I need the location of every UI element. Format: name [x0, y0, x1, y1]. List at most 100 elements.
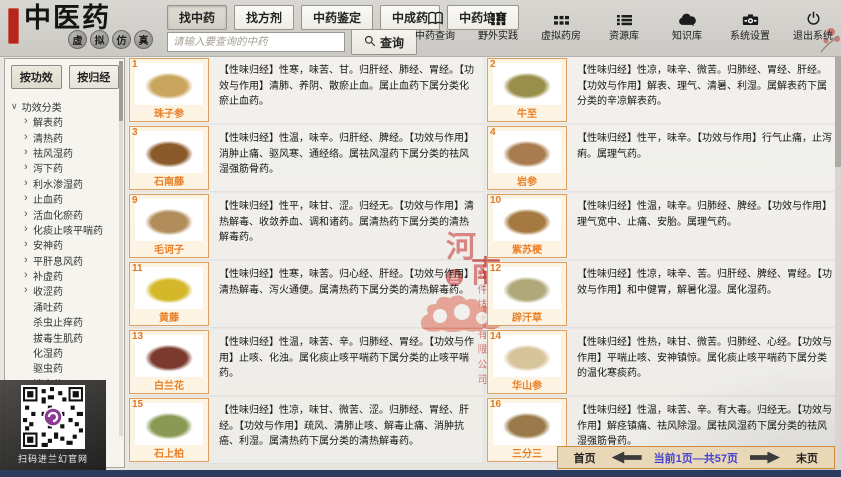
nav-button[interactable]: 找方剂 [234, 5, 294, 30]
herb-index: 14 [490, 331, 501, 342]
herb-card[interactable]: 11 黄藤 【性味归经】性寒，味苦。归心经、肝经。【功效与作用】清热解毒、泻火通… [128, 261, 483, 328]
toolbar-item[interactable]: 退出系统 [789, 9, 837, 42]
herb-photo-frame[interactable]: 10 紫苏梗 [487, 194, 567, 258]
app-window: 中医药 虚拟仿真 找中药找方剂中药鉴定中成药中药培育 查询 中药查询 野外实践 … [0, 0, 841, 477]
tree-root-label: 功效分类 [22, 99, 62, 114]
toolbar-item[interactable]: 野外实践 [474, 9, 522, 42]
herb-description: 【性味归经】性平，味辛。【功效与作用】行气止痛，止泻痢。属理气药。 [567, 125, 841, 162]
chevron-right-icon: › [24, 224, 29, 235]
nav-button[interactable]: 中药鉴定 [301, 5, 373, 30]
sidebar-tree-item[interactable]: › 祛风湿药 [11, 145, 120, 160]
herb-card[interactable]: 13 白兰花 【性味归经】性温，味苦、辛。归肺经、胃经。【功效与作用】止咳、化浊… [128, 329, 483, 396]
sidebar-tree-item[interactable]: › 化痰止咳平喘药 [11, 222, 120, 237]
herb-photo-frame[interactable]: 1 珠子参 [129, 58, 209, 122]
chevron-right-icon: › [24, 239, 29, 250]
toolbar-item[interactable]: 系统设置 [726, 9, 774, 42]
sidebar-tree-item[interactable]: › 泻下药 [11, 160, 120, 175]
sidebar-tab-by-meridian[interactable]: 按归经 [69, 65, 120, 89]
herb-card[interactable]: 4 岩参 【性味归经】性平，味辛。【功效与作用】行气止痛，止泻痢。属理气药。 [486, 125, 841, 192]
sidebar-tree-item[interactable]: › 平肝息风药 [11, 253, 120, 268]
toolbar-item[interactable]: 虚拟药房 [537, 9, 585, 42]
sidebar-tree-item[interactable]: › 活血化瘀药 [11, 206, 120, 221]
chevron-right-icon: › [24, 116, 29, 127]
herb-card[interactable]: 14 华山参 【性味归经】性热，味甘、微苦。归肺经、心经。【功效与作用】平喘止咳… [486, 329, 841, 396]
prev-page-button[interactable] [612, 452, 642, 464]
logo-badge: 真 [134, 30, 153, 49]
herb-index: 10 [490, 195, 501, 206]
sidebar-tree-item[interactable]: › 杀虫止痒药 [11, 314, 120, 329]
herb-index: 3 [132, 127, 138, 138]
chevron-right-icon: › [24, 270, 29, 281]
sidebar-tree-item[interactable]: › 化湿药 [11, 345, 120, 360]
herb-photo-frame[interactable]: 2 牛至 [487, 58, 567, 122]
sidebar-tree-item[interactable]: › 安神药 [11, 237, 120, 252]
qr-code [21, 385, 85, 449]
nav-button[interactable]: 找中药 [167, 5, 227, 30]
sidebar-tree-item[interactable]: › 清热药 [11, 129, 120, 144]
sidebar-tree-item[interactable]: › 拔毒生肌药 [11, 329, 120, 344]
sidebar-tree-item[interactable]: › 补虚药 [11, 268, 120, 283]
search-input[interactable] [167, 32, 345, 52]
herb-name: 辟汗草 [488, 309, 566, 324]
herb-card[interactable]: 3 石南藤 【性味归经】性温，味辛。归肝经、脾经。【功效与作用】消肿止痛、驱风寒… [128, 125, 483, 192]
sidebar-tree-item[interactable]: › 解表药 [11, 114, 120, 129]
sidebar-tab-by-effect[interactable]: 按功效 [11, 65, 62, 89]
sidebar-tree-item[interactable]: › 涌吐药 [11, 299, 120, 314]
herb-description: 【性味归经】性温，味辛。归肝经、脾经。【功效与作用】消肿止痛、驱风寒、通经络。属… [209, 125, 483, 178]
search-bar: 查询 [167, 29, 417, 55]
toolbar-item[interactable]: 资源库 [600, 9, 648, 42]
herb-photo [135, 199, 203, 241]
herb-photo [135, 403, 203, 445]
herb-photo [135, 131, 203, 173]
herb-photo-frame[interactable]: 4 岩参 [487, 126, 567, 190]
herb-card[interactable]: 9 毛诃子 【性味归经】性平，味甘、涩。归经无。【功效与作用】清热解毒、收敛养血… [128, 193, 483, 260]
herb-description: 【性味归经】性温，味辛。归肺经、脾经。【功效与作用】理气宽中、止痛、安胎。属理气… [567, 193, 841, 230]
herb-card[interactable]: 10 紫苏梗 【性味归经】性温，味辛。归肺经、脾经。【功效与作用】理气宽中、止痛… [486, 193, 841, 260]
herb-photo-frame[interactable]: 15 石上柏 [129, 398, 209, 462]
last-page-button[interactable]: 末页 [792, 450, 822, 466]
herb-name: 牛至 [488, 105, 566, 120]
sidebar-tree-item[interactable]: › 止血药 [11, 191, 120, 206]
first-page-button[interactable]: 首页 [570, 450, 600, 466]
toolbar-item[interactable]: 知识库 [663, 9, 711, 42]
herb-photo-frame[interactable]: 9 毛诃子 [129, 194, 209, 258]
settings-camera-icon [742, 9, 759, 26]
toolbar-item[interactable]: 中药查询 [411, 9, 459, 42]
herb-name: 岩参 [488, 173, 566, 188]
herb-photo [135, 267, 203, 309]
herb-card[interactable]: 15 石上柏 【性味归经】性凉，味甘、微苦、涩。归肺经、胃经、肝经。【功效与作用… [128, 397, 483, 464]
tree-root-node[interactable]: ∨ 功效分类 [11, 98, 120, 114]
search-button[interactable]: 查询 [351, 29, 417, 55]
herb-photo-frame[interactable]: 3 石南藤 [129, 126, 209, 190]
herb-photo [493, 63, 561, 105]
sidebar-tree-item[interactable]: › 驱虫药 [11, 360, 120, 375]
herb-description: 【性味归经】性温，味苦、辛。有大毒。归经无。【功效与作用】解痉镇痛、祛风除湿。属… [567, 397, 841, 450]
sidebar-tree-item[interactable]: › 收涩药 [11, 283, 120, 298]
book-icon [427, 9, 444, 26]
resource-list-icon [617, 9, 632, 26]
content-scrollbar[interactable] [835, 57, 841, 477]
herb-card[interactable]: 12 辟汗草 【性味归经】性凉，味辛、苦。归肝经、脾经、胃经。【功效与作用】和中… [486, 261, 841, 328]
pagination-bar: 首页 当前1页—共57页 末页 [557, 446, 835, 469]
herb-photo-frame[interactable]: 12 辟汗草 [487, 262, 567, 326]
herb-description: 【性味归经】性凉，味甘、微苦、涩。归肺经、胃经、肝经。【功效与作用】疏风、清肺止… [209, 397, 483, 450]
herb-description: 【性味归经】性温，味苦、辛。归肺经、胃经。【功效与作用】止咳、化浊。属化痰止咳平… [209, 329, 483, 382]
qr-caption: 扫码进兰幻官网 [18, 452, 88, 465]
next-page-button[interactable] [750, 452, 780, 464]
herb-card[interactable]: 1 珠子参 【性味归经】性寒，味苦、甘。归肝经、肺经、胃经。【功效与作用】清肺、… [128, 57, 483, 124]
herb-photo-frame[interactable]: 11 黄藤 [129, 262, 209, 326]
power-icon [806, 9, 821, 26]
herb-photo-frame[interactable]: 13 白兰花 [129, 330, 209, 394]
page-indicator: 当前1页—共57页 [654, 450, 738, 466]
herb-index: 12 [490, 263, 501, 274]
herb-photo [493, 131, 561, 173]
herb-description: 【性味归经】性寒，味苦、甘。归肝经、肺经、胃经。【功效与作用】清肺、养阴、散瘀止… [209, 57, 483, 110]
sidebar-tree-item[interactable]: › 利水渗湿药 [11, 176, 120, 191]
sidebar-scrollbar[interactable] [119, 61, 123, 436]
herb-description: 【性味归经】性凉，味辛、苦。归肝经、脾经、胃经。【功效与作用】和中健胃，解暑化湿… [567, 261, 841, 298]
herb-photo [135, 63, 203, 105]
herb-photo-frame[interactable]: 16 三分三 [487, 398, 567, 462]
magnifier-icon [364, 35, 376, 50]
herb-photo-frame[interactable]: 14 华山参 [487, 330, 567, 394]
herb-card[interactable]: 2 牛至 【性味归经】性凉，味辛、微苦。归肺经、胃经、肝经。【功效与作用】解表、… [486, 57, 841, 124]
